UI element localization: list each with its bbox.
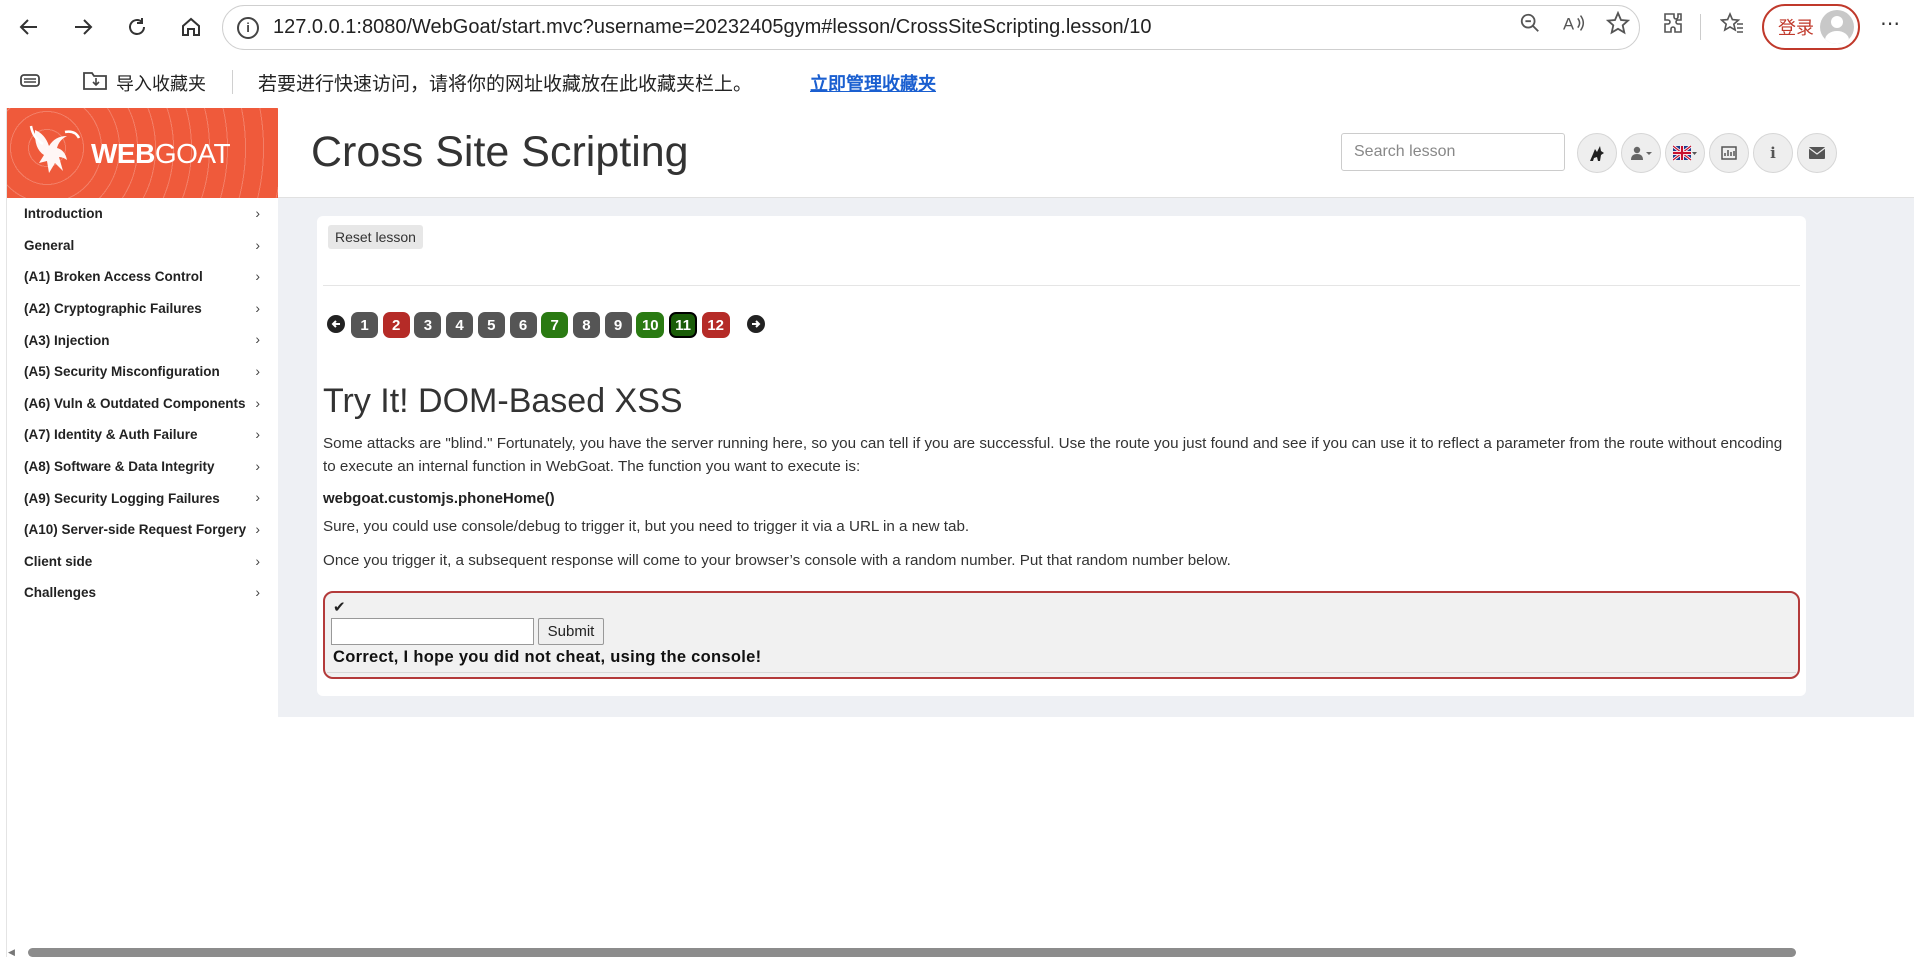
sidebar-item-a9[interactable]: (A9) Security Logging Failures ›	[7, 482, 278, 514]
bookmark-divider	[232, 70, 233, 94]
page-button[interactable]: 9	[604, 312, 632, 338]
back-icon[interactable]	[10, 8, 48, 46]
reset-lesson-button[interactable]: Reset lesson	[328, 225, 423, 249]
chevron-right-icon: ›	[255, 299, 260, 316]
browser-toolbar: i 127.0.0.1:8080/WebGoat/start.mvc?usern…	[0, 0, 1920, 54]
answer-input[interactable]	[331, 618, 534, 645]
page-button[interactable]: 7	[541, 312, 569, 338]
page-button[interactable]: 11	[669, 312, 697, 338]
home-icon[interactable]	[172, 8, 210, 46]
address-bar[interactable]: i 127.0.0.1:8080/WebGoat/start.mvc?usern…	[222, 5, 1640, 50]
page-button[interactable]: 6	[509, 312, 537, 338]
sidebar-item-a5[interactable]: (A5) Security Misconfiguration ›	[7, 356, 278, 388]
chevron-right-icon: ›	[255, 584, 260, 601]
chevron-right-icon: ›	[255, 489, 260, 506]
url-text[interactable]: 127.0.0.1:8080/WebGoat/start.mvc?usernam…	[273, 16, 1151, 39]
chevron-right-icon: ›	[255, 268, 260, 285]
import-favorites-link[interactable]: 导入收藏夹	[116, 70, 206, 96]
sidebar-item-a2[interactable]: (A2) Cryptographic Failures ›	[7, 293, 278, 325]
submit-button[interactable]: Submit	[538, 618, 604, 645]
arrow-left-icon[interactable]	[327, 315, 345, 333]
app-header: Cross Site Scripting i	[278, 108, 1914, 198]
more-menu-icon[interactable]: ⋯	[1878, 11, 1902, 35]
read-aloud-icon[interactable]: A	[1563, 11, 1587, 35]
chevron-right-icon: ›	[255, 520, 260, 537]
lesson-paragraph-1: Some attacks are "blind." Fortunately, y…	[323, 435, 1783, 475]
favorite-star-icon[interactable]	[1606, 11, 1630, 35]
search-lesson-input[interactable]	[1341, 133, 1565, 171]
info-icon[interactable]: i	[237, 16, 259, 39]
sidebar-item-a10[interactable]: (A10) Server-side Request Forgery ›	[7, 514, 278, 546]
sidebar-item-challenges[interactable]: Challenges ›	[7, 577, 278, 609]
language-flag-button[interactable]	[1665, 133, 1705, 173]
login-label: 登录	[1778, 18, 1814, 38]
page-button[interactable]: 12	[701, 312, 730, 338]
about-info-icon[interactable]: i	[1753, 133, 1793, 173]
chevron-right-icon: ›	[255, 362, 260, 379]
bookmarks-hint: 若要进行快速访问，请将你的网址收藏放在此收藏夹栏上。	[258, 74, 753, 95]
lesson-sidebar: Introduction › General › (A1) Broken Acces…	[7, 198, 278, 957]
page-viewport: WEBGOAT Cross Site Scripting i Introduct…	[6, 108, 1914, 957]
sidebar-item-a7[interactable]: (A7) Identity & Auth Failure ›	[7, 419, 278, 451]
feedback-message: Correct, I hope you did not cheat, using…	[333, 648, 762, 666]
scroll-left-arrow-icon[interactable]: ◀	[8, 947, 15, 958]
toolbar-divider	[1700, 14, 1701, 40]
favorites-icon[interactable]	[1720, 11, 1744, 35]
lesson-paragraph-2: Sure, you could use console/debug to tri…	[323, 518, 970, 535]
check-icon: ✔	[333, 599, 346, 616]
sidebar-item-a6[interactable]: (A6) Vuln & Outdated Components ›	[7, 388, 278, 420]
chevron-right-icon: ›	[255, 457, 260, 474]
avatar	[1820, 10, 1854, 44]
page-button[interactable]: 10	[636, 312, 665, 338]
panel-divider	[323, 285, 1800, 286]
page-button[interactable]: 3	[414, 312, 442, 338]
refresh-icon[interactable]	[118, 8, 156, 46]
arrow-right-icon[interactable]	[747, 315, 765, 333]
forward-icon[interactable]	[64, 8, 102, 46]
goat-icon	[29, 125, 81, 173]
page-button[interactable]: 8	[572, 312, 600, 338]
page-button[interactable]: 4	[446, 312, 474, 338]
page-button[interactable]: 1	[351, 312, 378, 338]
chevron-right-icon: ›	[255, 552, 260, 569]
report-card-icon[interactable]	[1709, 133, 1749, 173]
import-folder-icon[interactable]	[82, 68, 110, 97]
lesson-panel: Reset lesson 1 2 3 4 5 6 7 8 9 10 11 12 Try It! DOM…	[317, 216, 1806, 696]
sidebar-item-a3[interactable]: (A3) Injection ›	[7, 324, 278, 356]
bookmarks-bar: 导入收藏夹 若要进行快速访问，请将你的网址收藏放在此收藏夹栏上。 立即管理收藏夹	[0, 54, 1920, 108]
sidebar-item-a1[interactable]: (A1) Broken Access Control ›	[7, 261, 278, 293]
page-button[interactable]: 2	[382, 312, 410, 338]
wolf-icon-button[interactable]	[1577, 133, 1617, 173]
tab-actions-icon[interactable]	[18, 70, 42, 97]
form-divider	[327, 672, 1796, 673]
lesson-paragraph-3: Once you trigger it, a subsequent respon…	[323, 552, 1231, 569]
sidebar-item-introduction[interactable]: Introduction ›	[7, 198, 278, 230]
chevron-right-icon: ›	[255, 394, 260, 411]
contact-envelope-icon[interactable]	[1797, 133, 1837, 173]
lesson-heading: Try It! DOM-Based XSS	[323, 382, 683, 420]
sidebar-item-general[interactable]: General ›	[7, 230, 278, 262]
sidebar-item-a8[interactable]: (A8) Software & Data Integrity ›	[7, 451, 278, 483]
horizontal-scrollbar[interactable]	[28, 948, 1796, 957]
svg-text:A: A	[1563, 14, 1575, 33]
chevron-right-icon: ›	[255, 331, 260, 348]
chevron-right-icon: ›	[255, 236, 260, 253]
page-button[interactable]: 5	[477, 312, 505, 338]
logo-text: WEBGOAT	[91, 138, 231, 169]
extensions-icon[interactable]	[1661, 11, 1685, 35]
manage-favorites-link[interactable]: 立即管理收藏夹	[810, 70, 936, 96]
chevron-right-icon: ›	[255, 426, 260, 443]
page-title: Cross Site Scripting	[311, 128, 689, 176]
webgoat-logo[interactable]: WEBGOAT	[7, 108, 278, 198]
function-name: webgoat.customjs.phoneHome()	[323, 490, 555, 507]
sidebar-item-client-side[interactable]: Client side ›	[7, 546, 278, 578]
user-menu-button[interactable]	[1621, 133, 1661, 173]
zoom-out-icon[interactable]	[1518, 11, 1542, 35]
chevron-right-icon: ›	[255, 205, 260, 221]
login-button[interactable]: 登录	[1762, 4, 1860, 50]
attack-form: ✔ Submit Correct, I hope you did not che…	[323, 591, 1800, 679]
